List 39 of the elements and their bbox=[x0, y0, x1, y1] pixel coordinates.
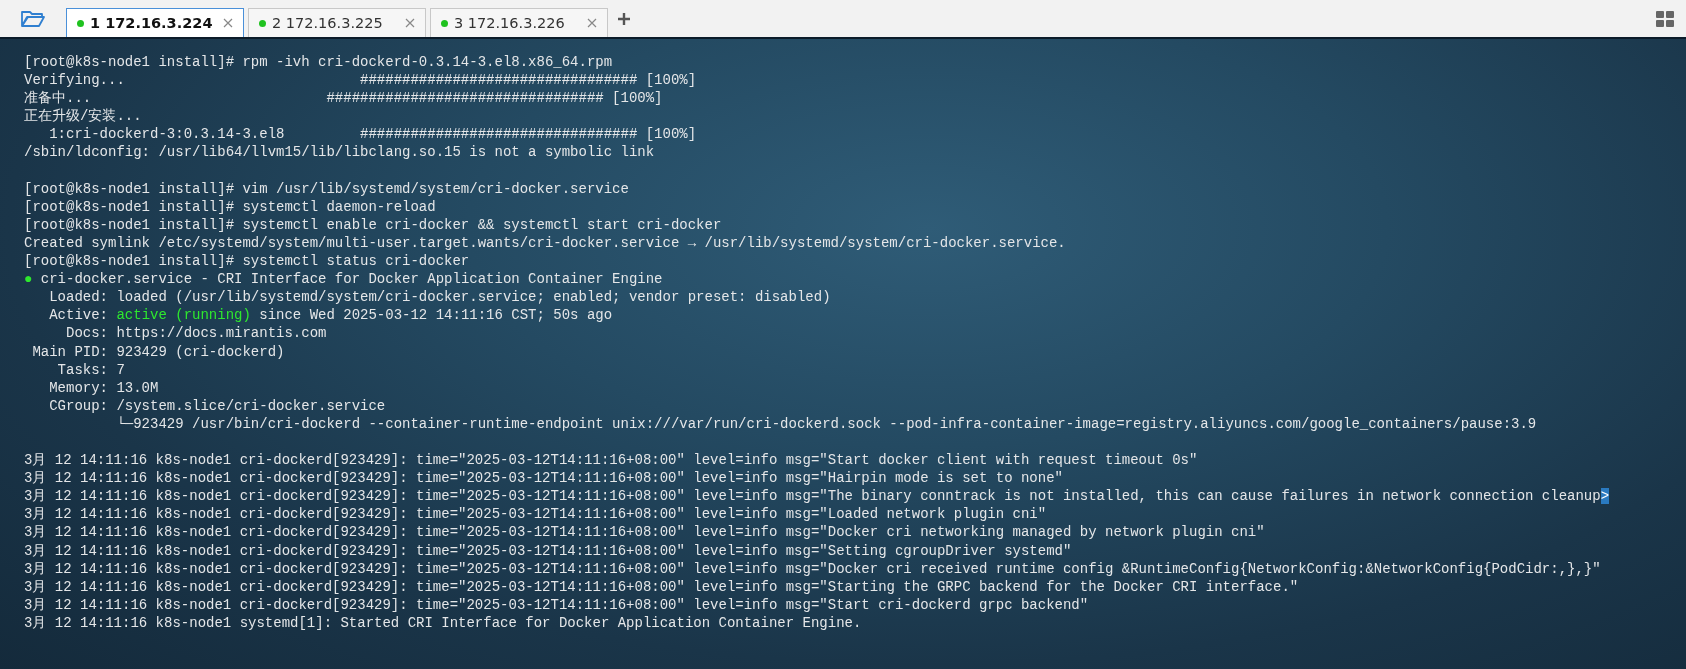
terminal-line: 3月 12 14:11:16 k8s-node1 systemd[1]: Started CRI Interface for Docker Application Container Engine. bbox=[24, 613, 863, 632]
terminal-line: Docs: https://docs.mirantis.com bbox=[65, 324, 328, 343]
terminal-line: 1:cri-dockerd-3:0.3.14-3.el8 ################################# [100%] bbox=[48, 125, 698, 144]
close-icon[interactable] bbox=[405, 18, 415, 28]
terminal-line: ● cri-docker.service - CRI Interface for Docker Application Container Engine bbox=[24, 270, 664, 289]
terminal-line: [root@k8s-node1 install]# vim /usr/lib/systemd/system/cri-docker.service bbox=[24, 179, 630, 198]
terminal-line: CGroup: /system.slice/cri-docker.service bbox=[48, 396, 387, 415]
terminal-line: └─923429 /usr/bin/cri-dockerd --container-runtime-endpoint unix:///var/run/cri-dockerd.sock --pod-infra-container-image=registry.aliyuncs.com/google_containers/pause:3.9 bbox=[115, 414, 1538, 433]
terminal-line: 3月 12 14:11:16 k8s-node1 cri-dockerd[923429]: time="2025-03-12T14:11:16+08:00" level=info msg="Starting the GRPC backend for the Docker CRI interface." bbox=[24, 577, 1300, 596]
terminal-line: 3月 12 14:11:16 k8s-node1 cri-dockerd[923429]: time="2025-03-12T14:11:16+08:00" level=info msg="Hairpin mode is set to none" bbox=[24, 469, 1064, 488]
terminal-line: /sbin/ldconfig: /usr/lib64/llvm15/lib/libclang.so.15 is not a symbolic link bbox=[24, 143, 656, 162]
grid-icon[interactable] bbox=[1656, 10, 1674, 27]
terminal-line: 3月 12 14:11:16 k8s-node1 cri-dockerd[923429]: time="2025-03-12T14:11:16+08:00" level=info msg="Start cri-dockerd grpc backend" bbox=[24, 595, 1090, 614]
terminal-line: 3月 12 14:11:16 k8s-node1 cri-dockerd[923429]: time="2025-03-12T14:11:16+08:00" level=info msg="Docker cri received runtime config &RuntimeConfig{NetworkConfig:&NetworkConfig{PodCidr:,},}" bbox=[24, 559, 1602, 578]
terminal-line: Tasks: 7 bbox=[56, 360, 126, 379]
terminal-line: [root@k8s-node1 install]# rpm -ivh cri-dockerd-0.3.14-3.el8.x86_64.rpm bbox=[24, 53, 614, 72]
add-tab-icon[interactable] bbox=[618, 12, 630, 25]
terminal-line: 3月 12 14:11:16 k8s-node1 cri-dockerd[923429]: time="2025-03-12T14:11:16+08:00" level=info msg="Loaded network plugin cni" bbox=[24, 505, 1048, 524]
terminal-line: Created symlink /etc/systemd/system/multi-user.target.wants/cri-docker.service → /usr/lib/systemd/system/cri-docker.service. bbox=[24, 233, 1067, 253]
terminal-line: 准备中... ################################# [100%] bbox=[24, 89, 664, 108]
terminal-line: Active: active (running) since Wed 2025-03-12 14:11:16 CST; 50s ago bbox=[48, 306, 614, 325]
terminal-line: Loaded: loaded (/usr/lib/systemd/system/cri-docker.service; enabled; vendor preset: disabled) bbox=[48, 288, 832, 307]
terminal-line: 3月 12 14:11:16 k8s-node1 cri-dockerd[923429]: time="2025-03-12T14:11:16+08:00" level=info msg="Start docker client with request timeout 0s" bbox=[24, 451, 1199, 470]
tab[interactable]: 1 172.16.3.224 bbox=[66, 8, 244, 37]
terminal-line: Memory: 13.0M bbox=[48, 378, 160, 397]
tab[interactable]: 2 172.16.3.225 bbox=[248, 8, 426, 37]
terminal-line: [root@k8s-node1 install]# systemctl status cri-docker bbox=[24, 252, 471, 271]
terminal-line: Main PID: 923429 (cri-dockerd) bbox=[31, 342, 286, 361]
terminal-line: 3月 12 14:11:16 k8s-node1 cri-dockerd[923429]: time="2025-03-12T14:11:16+08:00" level=info msg="Docker cri networking managed by network plugin cni" bbox=[24, 523, 1266, 542]
terminal-line: 3月 12 14:11:16 k8s-node1 cri-dockerd[923429]: time="2025-03-12T14:11:16+08:00" level=info msg="The binary conntrack is not installed, this can cause failures in network connection cleanup> bbox=[24, 487, 1611, 506]
terminal-line: [root@k8s-node1 install]# systemctl daemon-reload bbox=[24, 197, 437, 216]
terminal-line: Verifying... ################################# [100%] bbox=[24, 71, 698, 90]
terminal-line: 正在升级/安装... bbox=[24, 107, 143, 126]
folder-icon[interactable] bbox=[20, 8, 46, 29]
terminal-line: 3月 12 14:11:16 k8s-node1 cri-dockerd[923429]: time="2025-03-12T14:11:16+08:00" level=info msg="Setting cgroupDriver systemd" bbox=[24, 541, 1073, 560]
close-icon[interactable] bbox=[587, 18, 597, 28]
close-icon[interactable] bbox=[223, 18, 233, 28]
terminal-line: [root@k8s-node1 install]# systemctl enable cri-docker && systemctl start cri-docker bbox=[24, 215, 723, 234]
tab[interactable]: 3 172.16.3.226 bbox=[430, 8, 608, 37]
